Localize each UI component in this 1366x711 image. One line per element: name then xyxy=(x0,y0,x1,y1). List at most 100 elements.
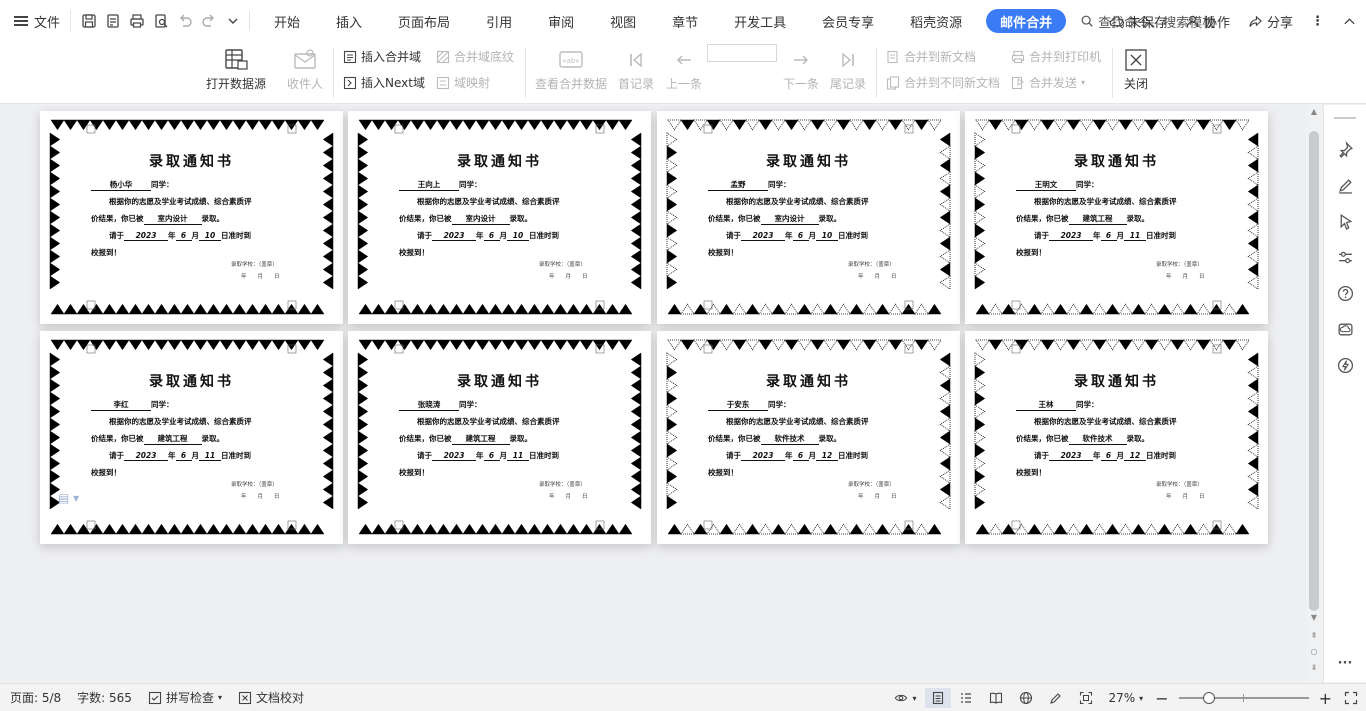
previous-record-button[interactable]: 上一条 xyxy=(666,47,702,92)
pen-icon[interactable] xyxy=(1335,175,1355,195)
document-page-3[interactable]: 录取通知书 孟野 同学： 根据你的志愿及学业考试成绩、综合素质评 价结果，你已被室… xyxy=(657,111,960,324)
customize-toolbar-icon[interactable] xyxy=(223,11,243,31)
print-preview-icon[interactable] xyxy=(151,11,171,31)
spell-check-button[interactable]: 拼写检查 ▾ xyxy=(140,689,230,706)
report-prefix: 请于 xyxy=(726,451,741,460)
zoom-slider-knob[interactable] xyxy=(1202,692,1215,704)
eye-protection-button[interactable]: ▾ xyxy=(886,691,924,705)
vertical-scrollbar[interactable]: ▲ ▼ ⇞ ○ ⇟ xyxy=(1306,105,1322,682)
close-mail-merge-button[interactable]: 关闭 xyxy=(1123,47,1149,92)
page-layout-icon[interactable]: ▤ ▾ xyxy=(58,491,79,505)
document-proofread-button[interactable]: 文档校对 xyxy=(230,689,312,706)
outline-view-button[interactable] xyxy=(951,691,981,705)
record-number-input[interactable] xyxy=(707,44,777,62)
border-triangle xyxy=(322,249,334,264)
border-triangle xyxy=(1066,303,1081,315)
select-browse-object-icon[interactable]: ○ xyxy=(1306,647,1322,656)
reading-view-button[interactable] xyxy=(981,691,1011,705)
border-triangle xyxy=(449,303,464,315)
border-triangle xyxy=(357,171,369,186)
view-merged-data-button[interactable]: «ab» 查看合并数据 xyxy=(535,47,607,92)
zoom-out-button[interactable]: − xyxy=(1151,689,1172,708)
fullscreen-button[interactable] xyxy=(1336,691,1366,705)
help-icon[interactable] xyxy=(1335,283,1355,303)
insert-next-field-button[interactable]: 插入Next域 xyxy=(343,74,425,91)
word-count[interactable]: 字数: 565 xyxy=(69,689,140,706)
tab-insert[interactable]: 插入 xyxy=(318,0,380,42)
scroll-down-icon[interactable]: ▼ xyxy=(1306,613,1322,622)
page-view-button[interactable] xyxy=(924,688,951,708)
scroll-up-icon[interactable]: ▲ xyxy=(1306,107,1322,116)
write-mode-button[interactable] xyxy=(1041,691,1071,705)
zoom-slider[interactable] xyxy=(1178,691,1309,705)
tab-review[interactable]: 审阅 xyxy=(530,0,592,42)
merge-to-different-documents-button[interactable]: 合并到不同新文档 xyxy=(886,74,1000,91)
zoom-level-dropdown[interactable]: 27% ▾ xyxy=(1101,691,1152,705)
document-page-7[interactable]: 录取通知书 于安东 同学： 根据你的志愿及学业考试成绩、综合素质评 价结果，你已被… xyxy=(657,331,960,544)
fit-page-button[interactable] xyxy=(1071,691,1101,705)
day-suffix: 日准时到 xyxy=(1146,451,1176,460)
tab-member[interactable]: 会员专享 xyxy=(804,0,892,42)
tab-mail-merge[interactable]: 邮件合并 xyxy=(986,9,1067,33)
share-button[interactable]: 分享 xyxy=(1239,12,1302,31)
cloud-backup-icon[interactable] xyxy=(1335,319,1355,339)
export-pdf-icon[interactable] xyxy=(103,11,123,31)
more-horizontal-icon[interactable]: ··· xyxy=(1335,653,1355,673)
border-triangle xyxy=(1183,119,1198,131)
scrollbar-thumb[interactable] xyxy=(1309,131,1319,611)
merge-field-shading-button[interactable]: 合并域底纹 xyxy=(436,48,514,65)
lightning-icon[interactable] xyxy=(1335,355,1355,375)
border-triangle xyxy=(357,456,369,471)
web-view-button[interactable] xyxy=(1011,691,1041,705)
tab-page-layout[interactable]: 页面布局 xyxy=(380,0,468,42)
tab-developer[interactable]: 开发工具 xyxy=(716,0,804,42)
report-month: 6 xyxy=(1100,451,1117,461)
next-page-icon[interactable]: ⇟ xyxy=(1306,663,1322,672)
unsaved-status-button[interactable]: 未保存 xyxy=(1100,12,1176,31)
merge-to-new-document-button[interactable]: 合并到新文档 xyxy=(886,48,976,65)
border-triangle xyxy=(102,523,117,535)
previous-page-icon[interactable]: ⇞ xyxy=(1306,631,1322,640)
tab-docer-resources[interactable]: 稻壳资源 xyxy=(892,0,980,42)
collaborate-button[interactable]: 协作 xyxy=(1176,12,1239,31)
merge-send-button[interactable]: 合并发送 ▾ xyxy=(1011,74,1085,91)
border-triangle xyxy=(719,523,734,535)
pin-icon[interactable] xyxy=(1335,139,1355,159)
major-name: 建筑工程 xyxy=(143,433,202,445)
recipients-button[interactable]: 收件人 xyxy=(287,47,323,92)
border-triangle xyxy=(49,236,61,251)
border-triangle xyxy=(501,523,516,535)
document-page-2[interactable]: 录取通知书 王向上 同学： 根据你的志愿及学业考试成绩、综合素质评 价结果，你已被… xyxy=(348,111,651,324)
undo-icon[interactable] xyxy=(175,11,195,31)
border-triangle xyxy=(488,303,503,315)
document-page-5[interactable]: 录取通知书 李红 同学： 根据你的志愿及学业考试成绩、综合素质评 价结果，你已被建… xyxy=(40,331,343,544)
field-mapping-button[interactable]: 域映射 xyxy=(436,74,490,91)
tab-section[interactable]: 章节 xyxy=(654,0,716,42)
redo-icon[interactable] xyxy=(199,11,219,31)
tab-home[interactable]: 开始 xyxy=(256,0,318,42)
open-datasource-button[interactable]: 打开数据源 xyxy=(206,47,266,92)
more-options-button[interactable]: ⋮ xyxy=(1302,14,1333,29)
next-record-button[interactable]: 下一条 xyxy=(783,47,819,92)
tab-view[interactable]: 视图 xyxy=(592,0,654,42)
merge-to-printer-button[interactable]: 合并到打印机 xyxy=(1011,48,1101,65)
select-cursor-icon[interactable] xyxy=(1335,211,1355,231)
adjust-settings-icon[interactable] xyxy=(1335,247,1355,267)
border-triangle xyxy=(666,404,678,419)
file-menu-button[interactable]: 文件 xyxy=(0,0,70,42)
insert-merge-field-button[interactable]: 插入合并域 xyxy=(343,48,421,65)
document-canvas[interactable]: 录取通知书 杨小华 同学： 根据你的志愿及学业考试成绩、综合素质评 价结果，你已被… xyxy=(0,105,1323,682)
save-icon[interactable] xyxy=(79,11,99,31)
zoom-in-button[interactable]: + xyxy=(1315,689,1336,708)
collapse-ribbon-button[interactable] xyxy=(1333,14,1366,29)
tab-references[interactable]: 引用 xyxy=(468,0,530,42)
last-record-button[interactable]: 尾记录 xyxy=(830,47,866,92)
document-page-4[interactable]: 录取通知书 王明文 同学： 根据你的志愿及学业考试成绩、综合素质评 价结果，你已被… xyxy=(965,111,1268,324)
page-indicator[interactable]: 页面: 5/8 xyxy=(0,689,69,706)
school-seal-label: 录取学校：（盖章） xyxy=(1156,482,1203,488)
document-page-1[interactable]: 录取通知书 杨小华 同学： 根据你的志愿及学业考试成绩、综合素质评 价结果，你已被… xyxy=(40,111,343,324)
print-icon[interactable] xyxy=(127,11,147,31)
document-page-6[interactable]: 录取通知书 张晓涛 同学： 根据你的志愿及学业考试成绩、综合素质评 价结果，你已被… xyxy=(348,331,651,544)
document-page-8[interactable]: 录取通知书 王林 同学： 根据你的志愿及学业考试成绩、综合素质评 价结果，你已被软… xyxy=(965,331,1268,544)
first-record-button[interactable]: 首记录 xyxy=(618,47,654,92)
